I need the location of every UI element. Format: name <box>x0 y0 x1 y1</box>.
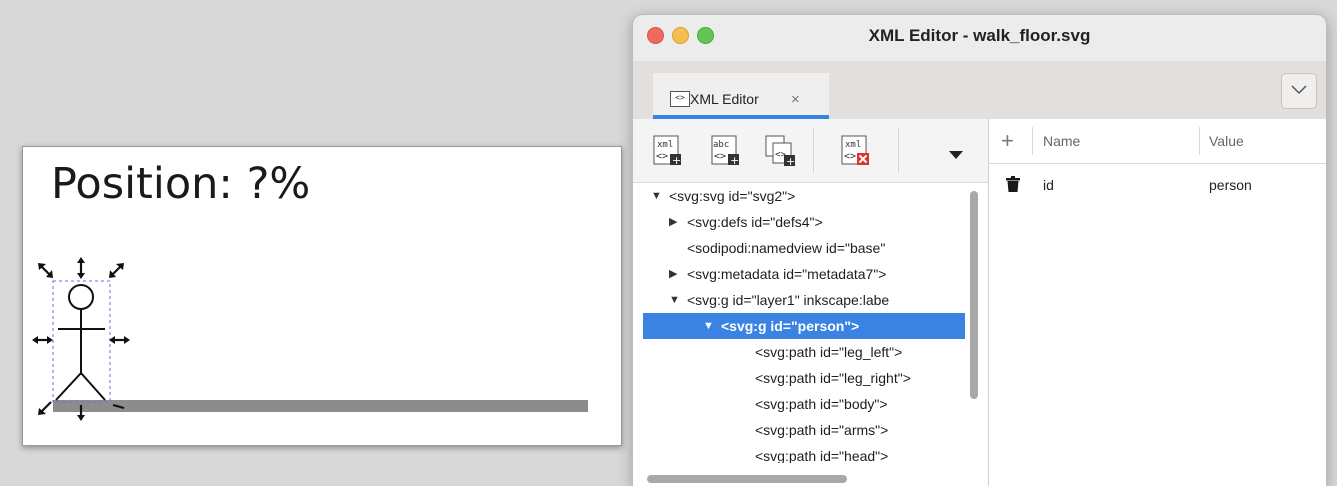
leg-right-line <box>80 372 106 401</box>
node-tree-pane: xml <> + abc <> + <> + xml <> ▼ <svg:svg… <box>633 119 989 486</box>
drawing-canvas[interactable]: Position: ?% <box>22 146 622 446</box>
chevron-down-icon <box>1291 85 1307 95</box>
duplicate-node-button[interactable]: <> + <box>763 133 799 169</box>
expand-arrow-icon[interactable]: ▼ <box>669 287 680 313</box>
attribute-value[interactable]: person <box>1209 177 1252 193</box>
tree-horizontal-scrollbar[interactable] <box>643 474 968 484</box>
head-shape <box>68 284 94 310</box>
tree-node-layer1[interactable]: ▼ <svg:g id="layer1" inkscape:labe <box>633 287 965 313</box>
svg-text:abc: abc <box>713 140 729 150</box>
svg-text:<>: <> <box>714 151 726 162</box>
tree-node-leg-right[interactable]: <svg:path id="leg_right"> <box>633 365 965 391</box>
column-separator <box>1199 127 1200 155</box>
handle-top-left <box>38 263 53 278</box>
tree-vertical-scrollbar[interactable] <box>969 185 979 471</box>
svg-text:<>: <> <box>656 151 668 162</box>
attributes-pane: + Name Value id person <box>989 119 1326 486</box>
trash-icon[interactable] <box>1006 176 1020 197</box>
tree-node-label: <svg:svg id="svg2"> <box>669 188 796 204</box>
titlebar: XML Editor - walk_floor.svg <box>633 15 1326 61</box>
stick-figure-drawing[interactable] <box>23 147 621 445</box>
handle-top <box>77 257 85 279</box>
handle-top-right <box>109 263 124 278</box>
expand-arrow-icon[interactable]: ▼ <box>703 313 714 339</box>
tree-node-label: <svg:path id="leg_left"> <box>755 344 903 360</box>
expand-arrow-icon[interactable]: ▶ <box>669 261 677 287</box>
caret-down-icon <box>949 151 963 159</box>
tree-node-person[interactable]: ▼ <svg:g id="person"> <box>643 313 965 339</box>
tree-node-label: <svg:defs id="defs4"> <box>687 214 823 230</box>
scrollbar-thumb[interactable] <box>970 191 978 399</box>
tab-close-icon[interactable]: × <box>791 91 800 108</box>
tree-node-defs4[interactable]: ▶ <svg:defs id="defs4"> <box>633 209 965 235</box>
new-element-node-button[interactable]: xml <> + <box>650 133 686 169</box>
xml-editor-window: XML Editor - walk_floor.svg <> XML Edito… <box>632 14 1327 486</box>
handle-right <box>109 336 130 344</box>
scrollbar-thumb[interactable] <box>647 475 847 483</box>
svg-text:<>: <> <box>844 151 856 162</box>
tree-node-head[interactable]: <svg:path id="head"> <box>633 443 965 463</box>
column-separator <box>1032 127 1033 155</box>
tree-node-svg2[interactable]: ▼ <svg:svg id="svg2"> <box>633 183 965 209</box>
tab-label: XML Editor <box>690 91 759 107</box>
tree-node-label: <svg:metadata id="metadata7"> <box>687 266 887 282</box>
svg-text:xml: xml <box>845 140 861 150</box>
svg-text:+: + <box>672 154 681 167</box>
tree-node-label: <sodipodi:namedview id="base" <box>687 240 886 256</box>
person-figure[interactable] <box>55 284 106 401</box>
svg-text:+: + <box>786 155 795 167</box>
column-header-value[interactable]: Value <box>1209 133 1244 149</box>
tabs-menu-button[interactable] <box>1281 73 1317 109</box>
toolbar-separator <box>813 127 814 173</box>
tree-node-arms[interactable]: <svg:path id="arms"> <box>633 417 965 443</box>
toolbar-separator <box>898 127 899 173</box>
tab-bar: <> XML Editor × <box>633 61 1326 119</box>
attribute-name[interactable]: id <box>1043 177 1054 193</box>
attributes-header: + Name Value <box>989 119 1326 164</box>
tree-node-label: <svg:path id="leg_right"> <box>755 370 911 386</box>
column-header-name[interactable]: Name <box>1043 133 1080 149</box>
xml-editor-tab-icon: <> <box>670 91 690 107</box>
delete-node-button[interactable]: xml <> <box>838 133 874 169</box>
expand-arrow-icon[interactable]: ▶ <box>669 209 677 235</box>
handle-left <box>32 336 53 344</box>
duplicate-node-icon: <> + <box>765 135 795 167</box>
toolbar-more-button[interactable] <box>949 147 963 165</box>
tree-node-label: <svg:path id="body"> <box>755 396 888 412</box>
attribute-row[interactable]: id person <box>989 165 1326 201</box>
new-element-node-icon: xml <> + <box>653 135 681 167</box>
delete-node-icon: xml <> <box>841 135 869 165</box>
svg-text:+: + <box>730 154 739 167</box>
tab-xml-editor[interactable]: <> XML Editor × <box>653 73 829 119</box>
add-attribute-button[interactable]: + <box>1001 128 1014 154</box>
node-tree: ▼ <svg:svg id="svg2"> ▶ <svg:defs id="de… <box>633 183 965 463</box>
leg-left-line <box>55 372 82 401</box>
expand-arrow-icon[interactable]: ▼ <box>651 183 662 209</box>
tree-node-label: <svg:path id="arms"> <box>755 422 889 438</box>
window-title: XML Editor - walk_floor.svg <box>868 26 1091 45</box>
svg-text:xml: xml <box>657 140 673 150</box>
handle-bottom-left <box>38 401 52 415</box>
tree-node-body[interactable]: <svg:path id="body"> <box>633 391 965 417</box>
tree-node-label: <svg:g id="layer1" inkscape:labe <box>687 292 890 308</box>
floor-bar[interactable] <box>53 400 588 412</box>
tree-node-namedview[interactable]: <sodipodi:namedview id="base" <box>633 235 965 261</box>
new-text-node-icon: abc <> + <box>711 135 739 167</box>
tree-node-label: <svg:path id="head"> <box>755 448 889 463</box>
tree-node-leg-left[interactable]: <svg:path id="leg_left"> <box>633 339 965 365</box>
tree-node-label: <svg:g id="person"> <box>721 318 860 334</box>
node-toolbar: xml <> + abc <> + <> + xml <> <box>633 119 988 183</box>
new-text-node-button[interactable]: abc <> + <box>708 133 744 169</box>
tree-node-metadata7[interactable]: ▶ <svg:metadata id="metadata7"> <box>633 261 965 287</box>
